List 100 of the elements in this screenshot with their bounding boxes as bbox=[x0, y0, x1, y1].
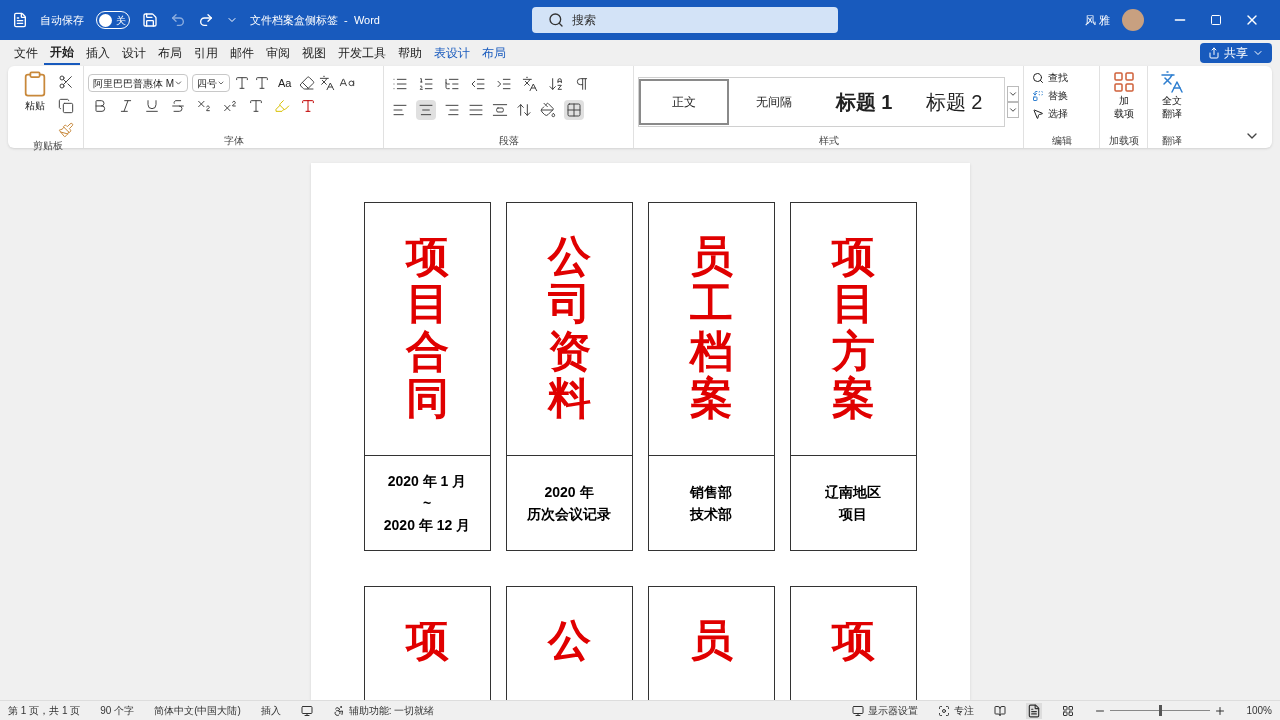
underline-icon[interactable] bbox=[144, 98, 160, 114]
zoom-slider[interactable] bbox=[1110, 705, 1211, 716]
label-title: 项 bbox=[405, 617, 449, 666]
insert-mode[interactable]: 插入 bbox=[260, 703, 281, 718]
paste-button[interactable]: 粘贴 bbox=[16, 70, 54, 138]
menu-tab[interactable]: 布局 bbox=[152, 41, 188, 65]
group-label: 样式 bbox=[817, 134, 840, 148]
group-label: 编辑 bbox=[1050, 134, 1073, 148]
page-count[interactable]: 第 1 页，共 1 页 bbox=[8, 703, 81, 718]
clear-format-icon[interactable] bbox=[299, 75, 316, 91]
line-spacing-icon[interactable] bbox=[516, 102, 532, 118]
align-left-icon[interactable] bbox=[392, 102, 408, 118]
restore-icon[interactable] bbox=[1210, 14, 1222, 26]
superscript-icon[interactable] bbox=[222, 98, 238, 114]
paragraph-mark-icon[interactable] bbox=[574, 76, 590, 92]
addins-button[interactable]: 加 载项 bbox=[1100, 66, 1147, 133]
group-label: 字体 bbox=[222, 134, 245, 148]
label-text: ~ bbox=[422, 496, 432, 510]
menu-tab[interactable]: 审阅 bbox=[260, 41, 296, 65]
menu-tab[interactable]: 设计 bbox=[116, 41, 152, 65]
zoom-thumb[interactable] bbox=[1159, 705, 1163, 716]
menu-tab[interactable]: 视图 bbox=[296, 41, 332, 65]
group-label: 翻译 bbox=[1161, 134, 1183, 148]
bold-icon[interactable] bbox=[92, 98, 108, 114]
align-center-icon[interactable] bbox=[416, 100, 436, 120]
display-settings-button[interactable]: 显示器设置 bbox=[852, 703, 919, 718]
search-field[interactable]: 搜索 bbox=[532, 7, 838, 33]
menu-tab[interactable]: 引用 bbox=[188, 41, 224, 65]
zoom-in-icon[interactable] bbox=[1214, 704, 1227, 717]
word-count[interactable]: 90 个字 bbox=[100, 703, 135, 718]
save-icon[interactable] bbox=[142, 12, 158, 28]
style-item[interactable]: 标题 2 bbox=[909, 78, 999, 125]
find-button[interactable]: 查找 bbox=[1032, 70, 1091, 85]
label-title: 项 bbox=[831, 617, 875, 666]
menu-tab[interactable]: 开发工具 bbox=[332, 41, 392, 65]
label-title: 项目方案 bbox=[831, 233, 875, 424]
borders-icon[interactable] bbox=[564, 100, 584, 120]
user-name: 风 雅 bbox=[1084, 12, 1110, 28]
numbering-icon[interactable] bbox=[418, 76, 434, 92]
label-text: 历次会议记录 bbox=[527, 507, 611, 521]
translate-button[interactable]: 全文 翻译 bbox=[1148, 66, 1196, 133]
accessibility-icon bbox=[332, 704, 345, 717]
menu-tab[interactable]: 插入 bbox=[80, 41, 116, 65]
italic-icon[interactable] bbox=[118, 98, 134, 114]
group-label: 加载项 bbox=[1107, 134, 1140, 148]
copy-icon[interactable] bbox=[58, 98, 74, 114]
web-layout-icon[interactable] bbox=[1062, 704, 1075, 717]
font-color-icon[interactable] bbox=[300, 98, 316, 114]
print-layout-icon[interactable] bbox=[1026, 702, 1043, 719]
strikethrough-icon[interactable] bbox=[170, 98, 186, 114]
menu-tab[interactable]: 邮件 bbox=[224, 41, 260, 65]
menu-tab[interactable]: 表设计 bbox=[428, 41, 476, 65]
redo-icon[interactable] bbox=[198, 12, 214, 28]
translate-icon bbox=[1160, 70, 1184, 94]
format-painter-icon[interactable] bbox=[58, 122, 74, 138]
label-text: 项目 bbox=[839, 507, 867, 521]
align-right-icon[interactable] bbox=[444, 102, 460, 118]
menu-tab[interactable]: 布局 bbox=[476, 41, 512, 65]
label-title: 公司资料 bbox=[547, 233, 591, 424]
group-label: 剪贴板 bbox=[31, 139, 64, 153]
grid-icon bbox=[1111, 70, 1136, 94]
sort-icon[interactable] bbox=[548, 76, 564, 92]
indent-icon[interactable] bbox=[496, 76, 512, 92]
style-item[interactable]: 无间隔 bbox=[729, 78, 819, 125]
search-icon bbox=[1032, 71, 1044, 84]
style-item[interactable]: 正文 bbox=[639, 78, 729, 125]
pointer-icon bbox=[1032, 107, 1044, 120]
font-name-field[interactable]: 阿里巴巴普惠体 M bbox=[88, 74, 188, 92]
multilevel-list-icon[interactable] bbox=[444, 76, 460, 92]
bullets-icon[interactable] bbox=[392, 76, 408, 92]
style-item[interactable]: 标题 1 bbox=[819, 78, 909, 125]
justify-icon[interactable] bbox=[468, 102, 484, 118]
autosave-label: 自动保存 bbox=[40, 12, 84, 28]
font-size-field[interactable]: 四号 bbox=[192, 74, 230, 92]
change-case-button[interactable]: Aa bbox=[274, 74, 296, 92]
menu-tab[interactable]: 文件 bbox=[8, 41, 44, 65]
share-button[interactable]: 共享 bbox=[1200, 43, 1272, 63]
monitor-icon bbox=[852, 704, 865, 717]
menu-tab[interactable]: 帮助 bbox=[392, 41, 428, 65]
language[interactable]: 简体中文(中国大陆) bbox=[154, 703, 241, 718]
select-button[interactable]: 选择 bbox=[1032, 106, 1091, 121]
window-title: 文件档案盒侧标签 - Word bbox=[250, 12, 380, 28]
replace-button[interactable]: 替换 bbox=[1032, 88, 1091, 103]
label-title: 员 bbox=[689, 617, 733, 666]
replace-icon bbox=[1032, 89, 1044, 102]
accessibility-button[interactable]: 辅助功能: 一切就绪 bbox=[332, 703, 435, 718]
label-text: 技术部 bbox=[690, 507, 732, 521]
label-title: 公 bbox=[547, 617, 591, 666]
avatar[interactable] bbox=[1122, 9, 1144, 31]
distribute-icon[interactable] bbox=[492, 102, 508, 118]
outdent-icon[interactable] bbox=[470, 76, 486, 92]
label-text: 2020 年 12 月 bbox=[383, 518, 471, 532]
shading-icon[interactable] bbox=[540, 102, 556, 118]
zoom-level[interactable]: 100% bbox=[1246, 703, 1272, 718]
cut-icon[interactable] bbox=[58, 74, 74, 90]
label-text: 2020 年 1 月 bbox=[387, 474, 467, 488]
subscript-icon[interactable] bbox=[196, 98, 212, 114]
focus-button[interactable]: 专注 bbox=[938, 703, 975, 718]
read-mode-icon[interactable] bbox=[994, 704, 1007, 717]
label-text: 辽南地区 bbox=[825, 485, 881, 499]
